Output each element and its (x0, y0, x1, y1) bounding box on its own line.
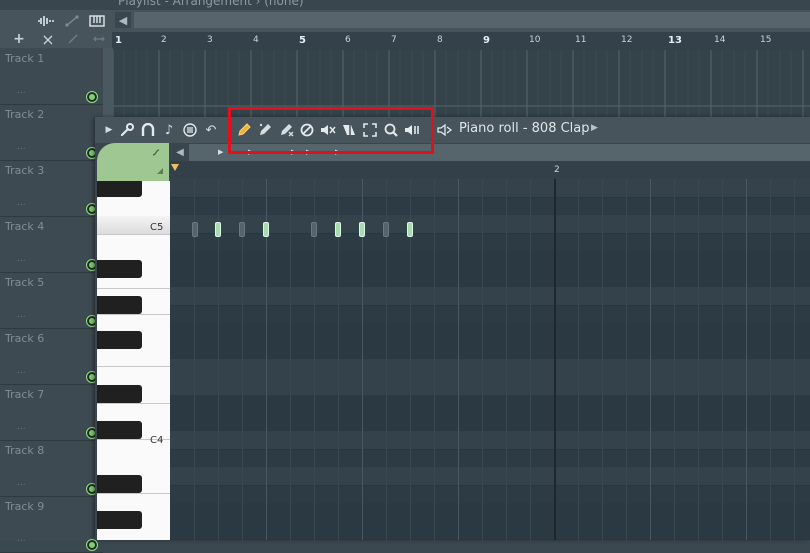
bar-number: 1 (115, 35, 122, 46)
note[interactable] (215, 222, 221, 237)
playlist-grid[interactable] (113, 50, 810, 120)
title-arrow-icon[interactable]: ▶ (591, 123, 598, 133)
track-menu-dots[interactable]: ... (17, 366, 26, 376)
playlist-title: Playlist - Arrangement › (none) (118, 0, 304, 8)
bar-number: 2 (161, 35, 167, 45)
track-name: Track 4 (5, 220, 45, 233)
track-menu-dots[interactable]: ... (17, 310, 26, 320)
track-name: Track 6 (5, 332, 45, 345)
bar-number: 3 (207, 35, 213, 45)
note[interactable] (263, 222, 269, 237)
track-name: Track 7 (5, 388, 45, 401)
track-name: Track 3 (5, 164, 45, 177)
ghost-note[interactable] (239, 222, 245, 237)
tool-highlight-box (228, 107, 434, 154)
piano-roll-ruler[interactable]: 2 (170, 161, 810, 179)
bar-number: 11 (575, 35, 587, 45)
track-enable-led-icon[interactable] (86, 539, 98, 551)
track-menu-dots[interactable]: ... (17, 198, 26, 208)
track-enable-led-icon[interactable] (86, 91, 98, 103)
bar-number: 9 (483, 35, 490, 46)
bar-number: 6 (345, 35, 351, 45)
playlist-titlebar: Playlist - Arrangement › (none) (0, 0, 810, 10)
piano-roll-title[interactable]: Piano roll - 808 Clap (459, 121, 590, 136)
note-icon[interactable]: ♪ (159, 120, 179, 140)
stretch-icon[interactable] (88, 30, 110, 48)
track-name: Track 8 (5, 444, 45, 457)
piano-roll-toolbar: ▶ ♪ ↶ Piano roll - 808 Clap ▶ (95, 117, 810, 143)
bar-number: 8 (437, 35, 443, 45)
play-marker-icon: ▶ (218, 148, 224, 156)
track-name: Track 1 (5, 52, 45, 65)
track-name: Track 9 (5, 500, 45, 513)
slice-tool-icon[interactable] (62, 30, 84, 48)
track-header[interactable]: Track 2 ... (0, 104, 103, 161)
note[interactable] (335, 222, 341, 237)
bar-number: 7 (391, 35, 397, 45)
undo-icon[interactable]: ↶ (201, 120, 221, 140)
track-menu-dots[interactable]: ... (17, 534, 26, 544)
track-header-list: Track 1 ... Track 2 ... Track 3 ... Trac… (0, 48, 103, 553)
scroll-left-icon[interactable]: ◀ (173, 145, 187, 159)
black-key[interactable] (97, 475, 142, 493)
track-name: Track 5 (5, 276, 45, 289)
ghost-note[interactable] (192, 222, 198, 237)
wrench-icon[interactable] (117, 120, 137, 140)
close-button[interactable]: × (37, 30, 59, 49)
track-header[interactable]: Track 6 ... (0, 328, 103, 385)
bar-number: 10 (529, 35, 541, 45)
track-name: Track 2 (5, 108, 45, 121)
track-menu-dots[interactable]: ... (17, 142, 26, 152)
ghost-note[interactable] (311, 222, 317, 237)
note[interactable] (359, 222, 365, 237)
track-header[interactable]: Track 8 ... (0, 440, 103, 497)
track-menu-dots[interactable]: ... (17, 422, 26, 432)
piano-roll-window: ▶ ♪ ↶ Piano roll - 808 Clap ▶ ◀ ▶ ▶ ▶ ▶ … (95, 117, 810, 540)
magnet-icon[interactable] (138, 120, 158, 140)
black-key[interactable] (97, 421, 142, 439)
key-label-c5: C5 (150, 222, 164, 233)
ruler-bar-number: 2 (554, 165, 560, 175)
scroll-left-icon[interactable]: ◀ (115, 12, 131, 28)
bar-number: 12 (621, 35, 633, 45)
bar-number: 15 (760, 35, 772, 45)
stamp-icon[interactable] (180, 120, 200, 140)
track-menu-dots[interactable]: ... (17, 86, 26, 96)
speaker-icon[interactable] (435, 120, 455, 140)
track-header[interactable]: Track 7 ... (0, 384, 103, 441)
track-header[interactable]: Track 9 ... (0, 496, 103, 553)
bar-number: 5 (299, 35, 306, 46)
black-key[interactable] (97, 181, 142, 197)
playlist-toolpanel: + × (0, 10, 112, 49)
bar-number: 14 (714, 35, 726, 45)
track-header[interactable]: Track 4 ... (0, 216, 103, 273)
piano-icon[interactable] (86, 12, 108, 30)
key-label-c4: C4 (150, 435, 164, 446)
track-header[interactable]: Track 1 ... (0, 48, 103, 105)
black-key[interactable] (97, 331, 142, 349)
track-menu-dots[interactable]: ... (17, 254, 26, 264)
automation-icon[interactable] (61, 12, 83, 30)
track-header[interactable]: Track 5 ... (0, 272, 103, 329)
bar-number: 4 (253, 35, 259, 45)
ghost-note[interactable] (383, 222, 389, 237)
playlist-horizontal-scrollbar[interactable] (134, 12, 810, 28)
black-key[interactable] (97, 511, 142, 529)
piano-roll-grid[interactable] (170, 179, 810, 540)
black-key[interactable] (97, 296, 142, 314)
menu-arrow-icon[interactable]: ▶ (99, 120, 119, 140)
black-key[interactable] (97, 260, 142, 278)
waveform-icon[interactable] (35, 12, 57, 30)
piano-keyboard[interactable]: C5 C4 (97, 181, 170, 540)
note[interactable] (407, 222, 413, 237)
playlist-timeline-ruler[interactable]: 1 2 3 4 5 6 7 8 9 10 11 12 13 14 15 (112, 32, 810, 51)
track-header[interactable]: Track 3 ... (0, 160, 103, 217)
add-track-button[interactable]: + (8, 30, 30, 48)
black-key[interactable] (97, 385, 142, 403)
track-menu-dots[interactable]: ... (17, 478, 26, 488)
bar-number: 13 (668, 35, 682, 46)
piano-roll-corner-panel[interactable] (97, 143, 169, 181)
